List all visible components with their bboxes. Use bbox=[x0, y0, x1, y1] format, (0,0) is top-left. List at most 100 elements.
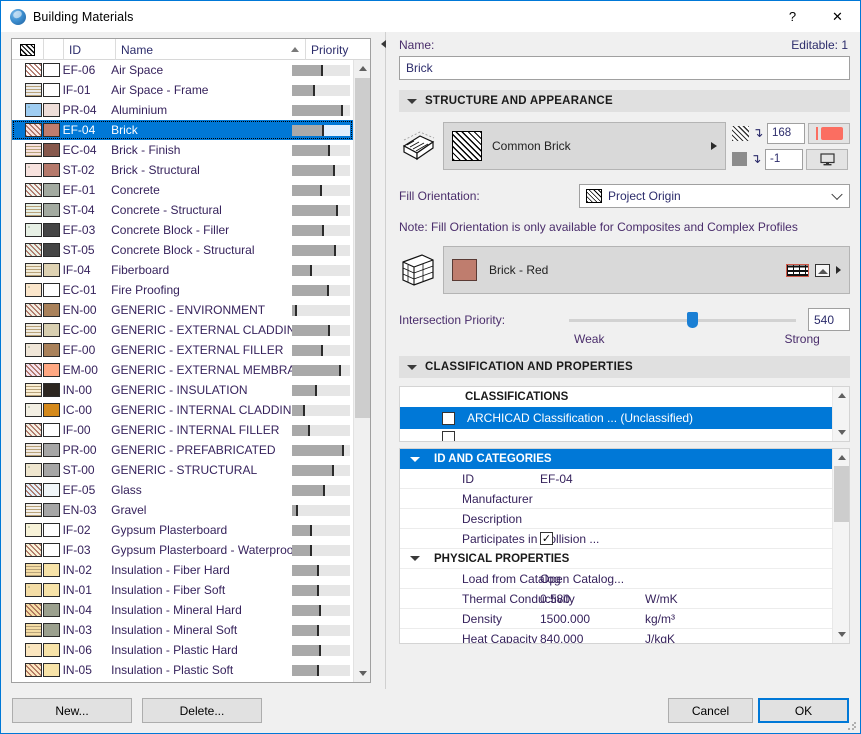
table-row[interactable]: EF-03 Concrete Block - Filler bbox=[12, 220, 353, 240]
table-row[interactable]: ST-05 Concrete Block - Structural bbox=[12, 240, 353, 260]
table-row[interactable]: EF-05 Glass bbox=[12, 480, 353, 500]
close-button[interactable]: ✕ bbox=[815, 1, 860, 32]
table-row[interactable]: EF-00 GENERIC - EXTERNAL FILLER bbox=[12, 340, 353, 360]
table-row[interactable]: EC-01 Fire Proofing bbox=[12, 280, 353, 300]
property-value[interactable]: EF-04 bbox=[540, 472, 645, 486]
surface-picker-arrow-icon[interactable] bbox=[836, 266, 841, 274]
table-row[interactable]: PR-00 GENERIC - PREFABRICATED bbox=[12, 440, 353, 460]
table-row[interactable]: EM-02Insulation - Thermal Break bbox=[12, 680, 353, 682]
property-row[interactable]: Heat Capacity 840.000 J/kgK bbox=[400, 629, 832, 644]
table-row[interactable]: ST-02 Brick - Structural bbox=[12, 160, 353, 180]
slider-thumb[interactable] bbox=[686, 311, 698, 328]
intersection-priority-value[interactable]: 540 bbox=[808, 308, 850, 331]
table-row[interactable]: IN-05 Insulation - Plastic Soft bbox=[12, 660, 353, 680]
table-row[interactable]: IN-03 Insulation - Mineral Soft bbox=[12, 620, 353, 640]
table-row[interactable]: IF-00 GENERIC - INTERNAL FILLER bbox=[12, 420, 353, 440]
property-row[interactable]: Thermal Conductivity 0.580 W/mK bbox=[400, 589, 832, 609]
properties-grid[interactable]: ID AND CATEGORIES ID EF-04 Manufacturer Des… bbox=[399, 448, 850, 644]
fill-pen-color-button[interactable] bbox=[808, 122, 850, 144]
table-row[interactable]: IN-01 Insulation - Fiber Soft bbox=[12, 580, 353, 600]
title-bar[interactable]: Building Materials ? ✕ bbox=[1, 1, 860, 32]
prop-scrollbar-thumb[interactable] bbox=[834, 466, 849, 522]
table-row[interactable]: EF-06 Air Space bbox=[12, 60, 353, 80]
table-row[interactable]: IN-00 GENERIC - INSULATION bbox=[12, 380, 353, 400]
property-value[interactable]: Open Catalog... bbox=[540, 572, 645, 586]
property-value[interactable]: 840.000 bbox=[540, 632, 645, 644]
background-pen-value[interactable]: -1 bbox=[765, 148, 803, 170]
ok-button[interactable]: OK bbox=[758, 698, 849, 723]
table-row[interactable]: EF-04 Brick bbox=[12, 120, 353, 140]
scroll-down-icon[interactable] bbox=[354, 665, 370, 682]
fill-orientation-select[interactable]: Project Origin bbox=[579, 184, 850, 208]
classification-row-partial[interactable] bbox=[400, 429, 832, 441]
table-row[interactable]: EC-04 Brick - Finish bbox=[12, 140, 353, 160]
cls-scroll-up-icon[interactable] bbox=[833, 387, 849, 404]
table-row[interactable]: ST-00 GENERIC - STRUCTURAL bbox=[12, 460, 353, 480]
surface-texture-icon[interactable] bbox=[786, 263, 809, 277]
classification-section-header[interactable]: CLASSIFICATION AND PROPERTIES bbox=[399, 356, 850, 378]
fill-pen-value[interactable]: 168 bbox=[767, 122, 805, 144]
column-header-id[interactable]: ID bbox=[64, 39, 116, 60]
property-row[interactable]: ID EF-04 bbox=[400, 469, 832, 489]
property-row[interactable]: Manufacturer bbox=[400, 489, 832, 509]
resize-grip[interactable] bbox=[847, 721, 857, 731]
list-scrollbar[interactable] bbox=[353, 60, 370, 682]
column-header-blank[interactable] bbox=[44, 39, 64, 60]
table-row[interactable]: IN-04 Insulation - Mineral Hard bbox=[12, 600, 353, 620]
scrollbar-thumb[interactable] bbox=[355, 78, 370, 418]
table-row[interactable]: ST-04 Concrete - Structural bbox=[12, 200, 353, 220]
table-row[interactable]: IF-02 Gypsum Plasterboard bbox=[12, 520, 353, 540]
property-row[interactable]: Load from Catalog Open Catalog... bbox=[400, 569, 832, 589]
classification-checkbox[interactable] bbox=[442, 411, 455, 425]
background-pen-display-button[interactable] bbox=[806, 148, 848, 170]
table-row[interactable]: IF-01 Air Space - Frame bbox=[12, 80, 353, 100]
cut-fill-picker[interactable]: Common Brick bbox=[443, 122, 726, 170]
property-row[interactable]: Density 1500.000 kg/m³ bbox=[400, 609, 832, 629]
new-button[interactable]: New... bbox=[12, 698, 132, 723]
table-row[interactable]: IC-00 GENERIC - INTERNAL CLADDING bbox=[12, 400, 353, 420]
structure-section-header[interactable]: STRUCTURE AND APPEARANCE bbox=[399, 90, 850, 112]
table-row[interactable]: EF-01 Concrete bbox=[12, 180, 353, 200]
property-row[interactable]: Participates in Collision ... ✓ bbox=[400, 529, 832, 549]
property-value[interactable]: ✓ bbox=[540, 532, 645, 545]
name-input[interactable]: Brick bbox=[399, 56, 850, 80]
property-value[interactable]: 0.580 bbox=[540, 592, 645, 606]
help-button[interactable]: ? bbox=[770, 1, 815, 32]
table-row[interactable]: EN-00 GENERIC - ENVIRONMENT bbox=[12, 300, 353, 320]
column-header-icon[interactable] bbox=[12, 39, 44, 60]
cls-scroll-down-icon[interactable] bbox=[833, 424, 849, 441]
scroll-up-icon[interactable] bbox=[354, 60, 370, 77]
physical-properties-header[interactable]: PHYSICAL PROPERTIES bbox=[400, 549, 832, 569]
property-value[interactable]: 1500.000 bbox=[540, 612, 645, 626]
table-row[interactable]: EC-00 GENERIC - EXTERNAL CLADDING bbox=[12, 320, 353, 340]
column-header-name[interactable]: Name bbox=[116, 39, 306, 60]
materials-list[interactable]: ID Name Priority EF-06 Air Space IF-01 Air … bbox=[11, 38, 371, 683]
property-checkbox[interactable]: ✓ bbox=[540, 532, 553, 545]
column-header-priority[interactable]: Priority bbox=[306, 39, 370, 60]
table-row[interactable]: EM-00 GENERIC - EXTERNAL MEMBRANE bbox=[12, 360, 353, 380]
delete-button[interactable]: Delete... bbox=[142, 698, 262, 723]
collapse-left-arrow-icon[interactable] bbox=[381, 40, 386, 48]
table-row[interactable]: IN-06 Insulation - Plastic Hard bbox=[12, 640, 353, 660]
classification-checkbox-2[interactable] bbox=[442, 430, 455, 441]
row-id: IN-00 bbox=[62, 383, 92, 397]
table-row[interactable]: IF-03 Gypsum Plasterboard - Waterproof bbox=[12, 540, 353, 560]
fill-picker-arrow-icon[interactable] bbox=[711, 142, 717, 150]
classifications-scrollbar[interactable] bbox=[832, 387, 849, 441]
pane-splitter[interactable] bbox=[381, 32, 391, 733]
table-row[interactable]: IF-04 Fiberboard bbox=[12, 260, 353, 280]
classifications-list[interactable]: CLASSIFICATIONS ARCHICAD Classification … bbox=[399, 386, 850, 442]
intersection-priority-slider[interactable] bbox=[569, 310, 796, 330]
table-row[interactable]: IN-02 Insulation - Fiber Hard bbox=[12, 560, 353, 580]
surface-picker[interactable]: Brick - Red bbox=[443, 246, 850, 294]
surface-image-icon[interactable] bbox=[815, 263, 830, 277]
prop-scroll-down-icon[interactable] bbox=[833, 626, 849, 643]
table-row[interactable]: EN-03 Gravel bbox=[12, 500, 353, 520]
id-categories-header[interactable]: ID AND CATEGORIES bbox=[400, 449, 832, 469]
classification-row[interactable]: ARCHICAD Classification ... (Unclassifie… bbox=[400, 407, 832, 429]
properties-scrollbar[interactable] bbox=[832, 449, 849, 643]
property-row[interactable]: Description bbox=[400, 509, 832, 529]
cancel-button[interactable]: Cancel bbox=[668, 698, 753, 723]
prop-scroll-up-icon[interactable] bbox=[833, 449, 849, 466]
table-row[interactable]: PR-04 Aluminium bbox=[12, 100, 353, 120]
